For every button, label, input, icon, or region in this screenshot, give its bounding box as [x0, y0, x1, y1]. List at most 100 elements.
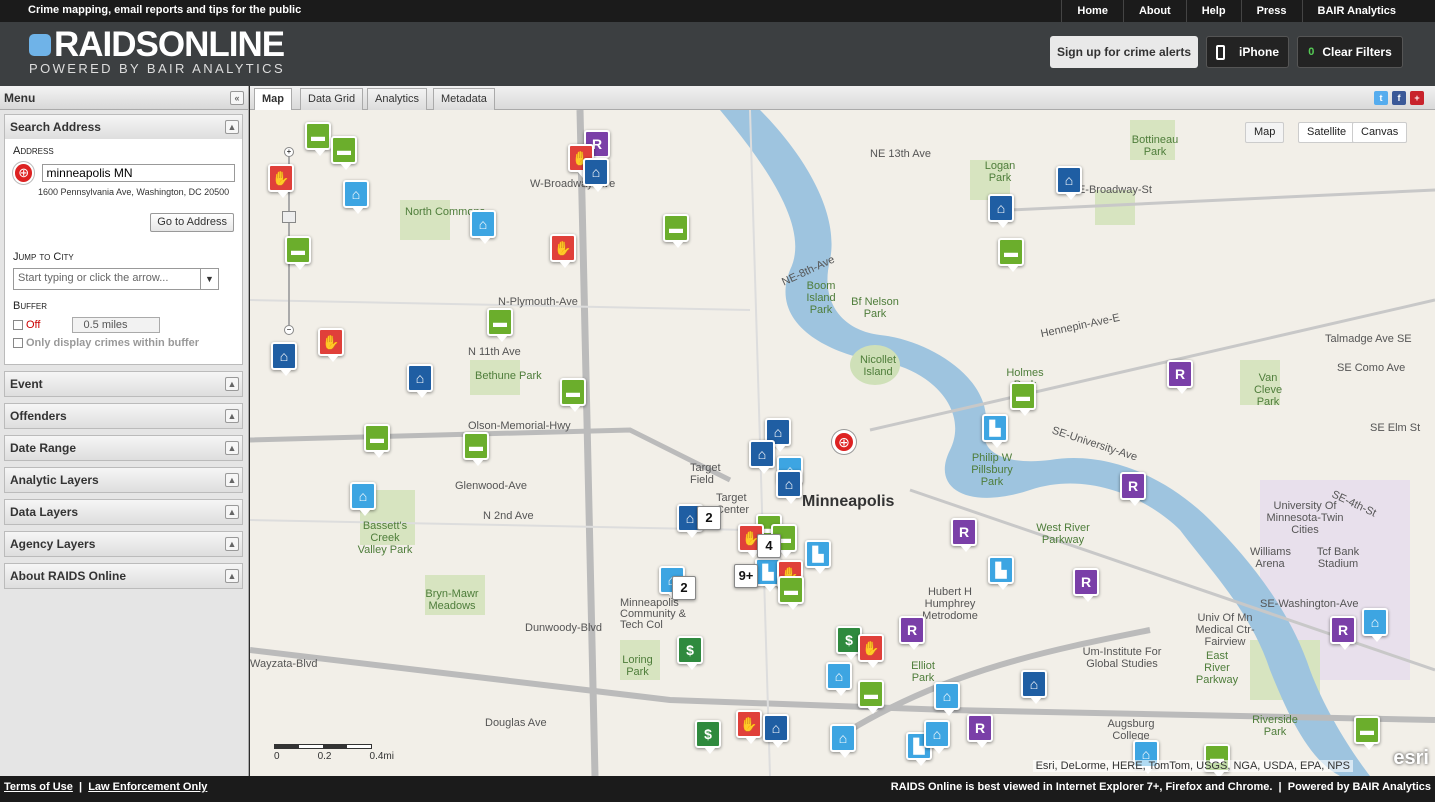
vandalism-icon[interactable]: ✋: [268, 164, 294, 198]
vehicle-crime-icon[interactable]: ▬: [331, 136, 357, 170]
expand-icon[interactable]: ▲: [225, 505, 239, 519]
commercial-icon[interactable]: ▙: [982, 414, 1008, 448]
signup-alerts-button[interactable]: Sign up for crime alerts: [1050, 36, 1198, 68]
collapse-menu-icon[interactable]: «: [230, 90, 244, 105]
zoom-out-icon[interactable]: −: [284, 325, 294, 335]
nav-help[interactable]: Help: [1185, 0, 1241, 22]
share-icon[interactable]: +: [1410, 91, 1424, 105]
robbery-icon[interactable]: R: [951, 518, 977, 552]
fraud-icon[interactable]: $: [695, 720, 721, 754]
robbery-icon[interactable]: R: [1167, 360, 1193, 394]
vandalism-icon[interactable]: ✋: [736, 710, 762, 744]
buffer-checkbox[interactable]: [13, 320, 23, 330]
tab-map[interactable]: Map: [254, 88, 292, 111]
burglary-icon[interactable]: ⌂: [407, 364, 433, 398]
expand-icon[interactable]: ▲: [225, 441, 239, 455]
vandalism-icon[interactable]: ✋: [550, 234, 576, 268]
esri-logo[interactable]: esri: [1393, 747, 1429, 770]
buffer-distance-select[interactable]: 0.5 miles: [72, 317, 161, 333]
residential-icon[interactable]: ⌂: [470, 210, 496, 244]
burglary-icon[interactable]: ⌂: [749, 440, 775, 474]
iphone-button[interactable]: iPhone: [1206, 36, 1289, 68]
clear-filters-button[interactable]: 0 Clear Filters: [1297, 36, 1403, 68]
tab-metadata[interactable]: Metadata: [433, 88, 495, 110]
robbery-icon[interactable]: R: [967, 714, 993, 748]
zoom-in-icon[interactable]: +: [284, 147, 294, 157]
vehicle-crime-icon[interactable]: ▬: [1010, 382, 1036, 416]
nav-home[interactable]: Home: [1061, 0, 1123, 22]
burglary-icon[interactable]: ⌂: [763, 714, 789, 748]
twitter-icon[interactable]: t: [1374, 91, 1388, 105]
go-to-address-button[interactable]: Go to Address: [150, 213, 234, 232]
robbery-icon[interactable]: R: [1073, 568, 1099, 602]
expand-icon[interactable]: ▲: [225, 537, 239, 551]
search-location-icon[interactable]: ⊕: [832, 430, 856, 454]
nav-bair[interactable]: BAIR Analytics: [1301, 0, 1411, 22]
vandalism-icon[interactable]: ✋: [858, 634, 884, 668]
residential-icon[interactable]: ⌂: [1362, 608, 1388, 642]
vehicle-crime-icon[interactable]: ▬: [1354, 716, 1380, 750]
residential-icon[interactable]: ⌂: [830, 724, 856, 758]
residential-icon[interactable]: ⌂: [924, 720, 950, 754]
expand-icon[interactable]: ▲: [225, 473, 239, 487]
robbery-icon[interactable]: R: [1120, 472, 1146, 506]
city-combobox[interactable]: Start typing or click the arrow... ▼: [13, 268, 219, 290]
cluster-marker[interactable]: 2: [672, 576, 696, 600]
vehicle-crime-icon[interactable]: ▬: [487, 308, 513, 342]
address-input[interactable]: [42, 164, 235, 182]
burglary-icon[interactable]: ⌂: [583, 158, 609, 192]
burglary-icon[interactable]: ⌂: [776, 470, 802, 504]
burglary-icon[interactable]: ⌂: [988, 194, 1014, 228]
burglary-icon[interactable]: ⌂: [1056, 166, 1082, 200]
residential-icon[interactable]: ⌂: [350, 482, 376, 516]
terms-link[interactable]: Terms of Use: [4, 781, 73, 793]
offenders-panel[interactable]: Offenders ▲: [4, 403, 243, 429]
residential-icon[interactable]: ⌂: [343, 180, 369, 214]
map-type-satellite[interactable]: Satellite: [1298, 122, 1356, 143]
facebook-icon[interactable]: f: [1392, 91, 1406, 105]
map-type-canvas[interactable]: Canvas: [1352, 122, 1408, 143]
cluster-marker[interactable]: 2: [697, 506, 721, 530]
bair-link[interactable]: BAIR Analytics: [1353, 781, 1431, 793]
commercial-icon[interactable]: ▙: [988, 556, 1014, 590]
tab-analytics[interactable]: Analytics: [367, 88, 428, 110]
nav-press[interactable]: Press: [1240, 0, 1302, 22]
commercial-icon[interactable]: ▙: [805, 540, 831, 574]
locate-icon[interactable]: ⊕: [13, 162, 35, 184]
logo[interactable]: RAIDSONLINE POWERED BY BAIR ANALYTICS: [29, 27, 285, 76]
law-enforcement-link[interactable]: Law Enforcement Only: [88, 781, 207, 793]
vehicle-crime-icon[interactable]: ▬: [858, 680, 884, 714]
tab-data-grid[interactable]: Data Grid: [300, 88, 364, 110]
dropdown-arrow-icon[interactable]: ▼: [200, 269, 218, 289]
robbery-icon[interactable]: R: [1330, 616, 1356, 650]
search-address-header[interactable]: Search Address ▲: [5, 115, 242, 139]
vehicle-crime-icon[interactable]: ▬: [285, 236, 311, 270]
cluster-marker[interactable]: 4: [757, 534, 781, 558]
about-panel[interactable]: About RAIDS Online ▲: [4, 563, 243, 589]
cluster-marker[interactable]: 9+: [734, 564, 758, 588]
vehicle-crime-icon[interactable]: ▬: [998, 238, 1024, 272]
residential-icon[interactable]: ⌂: [934, 682, 960, 716]
zoom-handle[interactable]: [282, 211, 296, 223]
fraud-icon[interactable]: $: [677, 636, 703, 670]
only-within-checkbox[interactable]: [13, 338, 23, 348]
burglary-icon[interactable]: ⌂: [1021, 670, 1047, 704]
collapse-up-icon[interactable]: ▲: [225, 120, 239, 134]
vehicle-crime-icon[interactable]: ▬: [778, 576, 804, 610]
expand-icon[interactable]: ▲: [225, 569, 239, 583]
data-layers-panel[interactable]: Data Layers ▲: [4, 499, 243, 525]
expand-icon[interactable]: ▲: [225, 409, 239, 423]
map-type-map[interactable]: Map: [1245, 122, 1285, 143]
vehicle-crime-icon[interactable]: ▬: [305, 122, 331, 156]
burglary-icon[interactable]: ⌂: [271, 342, 297, 376]
date-range-panel[interactable]: Date Range ▲: [4, 435, 243, 461]
analytic-layers-panel[interactable]: Analytic Layers ▲: [4, 467, 243, 493]
crime-map[interactable]: Map Satellite Canvas + − Minneapolis W-B…: [250, 110, 1435, 776]
agency-layers-panel[interactable]: Agency Layers ▲: [4, 531, 243, 557]
vehicle-crime-icon[interactable]: ▬: [364, 424, 390, 458]
vandalism-icon[interactable]: ✋: [318, 328, 344, 362]
nav-about[interactable]: About: [1122, 0, 1186, 22]
event-panel[interactable]: Event ▲: [4, 371, 243, 397]
residential-icon[interactable]: ⌂: [826, 662, 852, 696]
vehicle-crime-icon[interactable]: ▬: [663, 214, 689, 248]
